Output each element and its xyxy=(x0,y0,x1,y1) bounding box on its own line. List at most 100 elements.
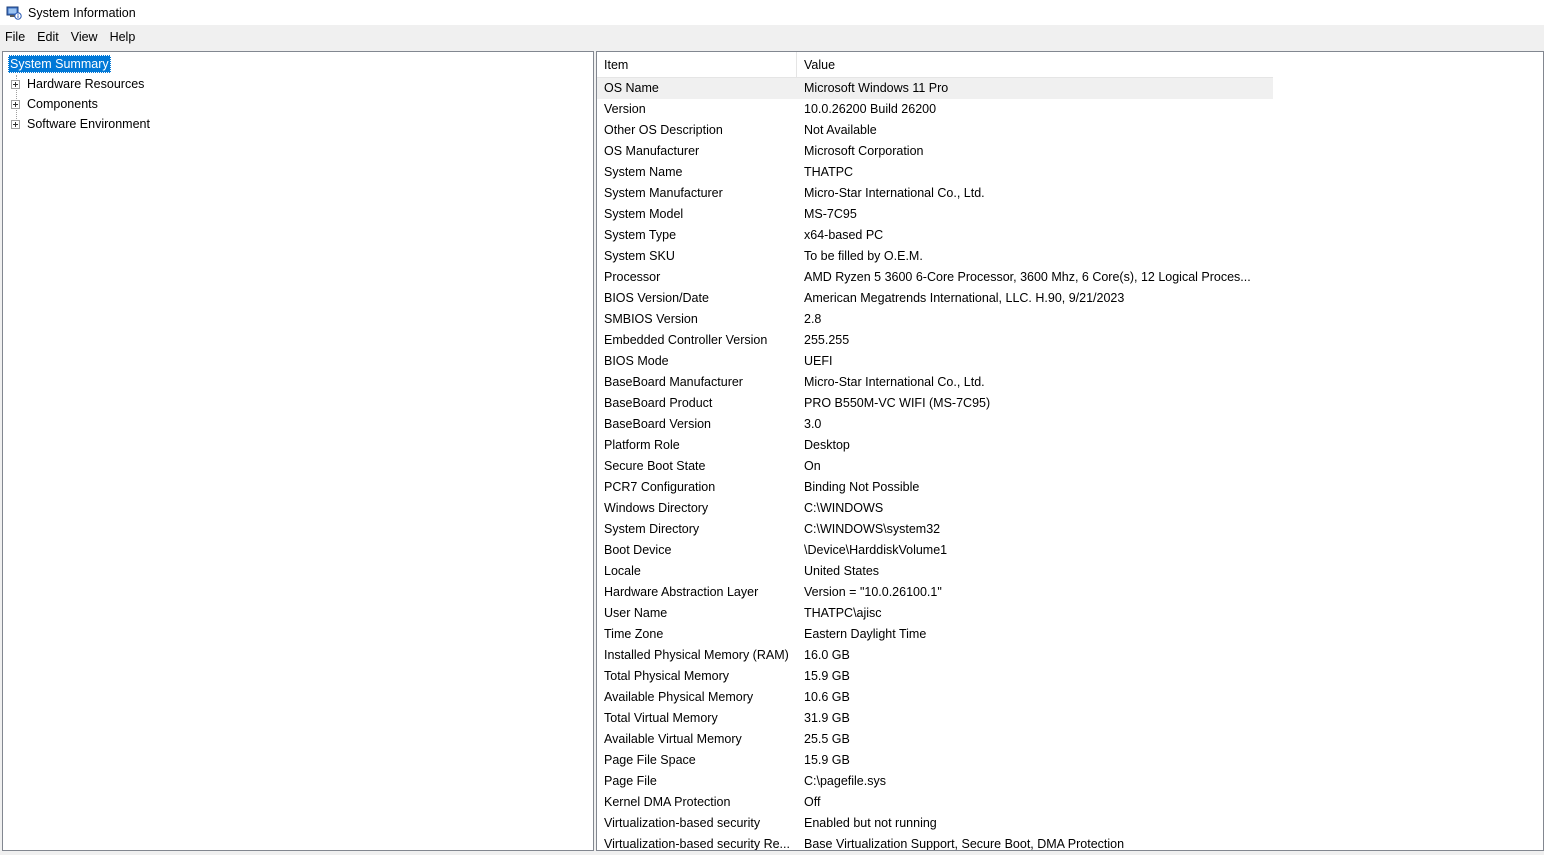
table-row[interactable]: Page File Space 15.9 GB xyxy=(597,750,1543,771)
row-value-cell: Version = "10.0.26100.1" xyxy=(804,585,942,599)
table-row[interactable]: Total Physical Memory 15.9 GB xyxy=(597,666,1543,687)
row-item-cell: OS Name xyxy=(597,78,797,99)
row-value-cell: 15.9 GB xyxy=(804,753,850,767)
table-row[interactable]: System Name THATPC xyxy=(597,162,1543,183)
table-row[interactable]: System SKU To be filled by O.E.M. xyxy=(597,246,1543,267)
row-item-cell: BaseBoard Manufacturer xyxy=(604,375,743,389)
table-row[interactable]: BaseBoard Product PRO B550M-VC WIFI (MS-7… xyxy=(597,393,1543,414)
row-item-cell: System Type xyxy=(604,228,677,242)
row-value-cell: 2.8 xyxy=(804,312,822,326)
table-row[interactable]: Total Virtual Memory 31.9 GB xyxy=(597,708,1543,729)
tree-item-software-environment[interactable]: Software Environment xyxy=(11,115,150,133)
table-row[interactable]: System Type x64-based PC xyxy=(597,225,1543,246)
table-row[interactable]: System Model MS-7C95 xyxy=(597,204,1543,225)
row-value-cell: C:\WINDOWS xyxy=(804,501,884,515)
menu-edit[interactable]: Edit xyxy=(31,26,65,48)
tree-item-hardware-resources[interactable]: Hardware Resources xyxy=(11,75,144,93)
row-value-cell: MS-7C95 xyxy=(804,207,857,221)
menu-file[interactable]: File xyxy=(0,26,31,48)
row-value-cell: 255.255 xyxy=(804,333,850,347)
row-item-cell: Embedded Controller Version xyxy=(604,333,768,347)
row-value-cell: C:\WINDOWS\system32 xyxy=(804,522,941,536)
table-row[interactable]: SMBIOS Version 2.8 xyxy=(597,309,1543,330)
expand-icon[interactable] xyxy=(11,119,20,129)
row-item-cell: Windows Directory xyxy=(604,501,709,515)
row-item-cell: System Name xyxy=(604,165,683,179)
menu-help[interactable]: Help xyxy=(104,26,142,48)
table-row[interactable]: Windows Directory C:\WINDOWS xyxy=(597,498,1543,519)
row-value-cell: 25.5 GB xyxy=(804,732,850,746)
column-header-item[interactable]: Item xyxy=(597,52,797,77)
row-item-cell: BaseBoard Product xyxy=(604,396,713,410)
row-item-cell: Available Virtual Memory xyxy=(604,732,742,746)
column-header-value[interactable]: Value xyxy=(797,52,1273,77)
row-item-cell: User Name xyxy=(604,606,668,620)
table-row[interactable]: System Directory C:\WINDOWS\system32 xyxy=(597,519,1543,540)
table-row[interactable]: BaseBoard Manufacturer Micro-Star Interna… xyxy=(597,372,1543,393)
row-item-cell: PCR7 Configuration xyxy=(604,480,716,494)
details-list[interactable]: Item Value OS Name Microsoft Windows 11 P… xyxy=(596,51,1544,851)
row-item-cell: Page File xyxy=(604,774,657,788)
table-row[interactable]: OS Manufacturer Microsoft Corporation xyxy=(597,141,1543,162)
row-value-cell: Micro-Star International Co., Ltd. xyxy=(804,375,985,389)
table-row[interactable]: Locale United States xyxy=(597,561,1543,582)
category-tree[interactable]: System Summary Hardware Resources Compon… xyxy=(2,51,594,851)
row-value-cell: THATPC\ajisc xyxy=(804,606,882,620)
table-row[interactable]: Embedded Controller Version 255.255 xyxy=(597,330,1543,351)
row-item-cell: BIOS Version/Date xyxy=(604,291,709,305)
tree-item-label: Hardware Resources xyxy=(27,77,145,91)
row-value-cell: Not Available xyxy=(804,123,877,137)
row-value-cell: x64-based PC xyxy=(804,228,884,242)
system-information-icon xyxy=(6,5,22,21)
row-value-cell: THATPC xyxy=(804,165,854,179)
table-row[interactable]: PCR7 Configuration Binding Not Possible xyxy=(597,477,1543,498)
row-item-cell: Installed Physical Memory (RAM) xyxy=(604,648,789,662)
list-rows: OS Name Microsoft Windows 11 Pro Version 10… xyxy=(597,78,1543,851)
table-row[interactable]: System Manufacturer Micro-Star Internatio… xyxy=(597,183,1543,204)
row-item-cell: Total Physical Memory xyxy=(604,669,730,683)
row-item-cell: Kernel DMA Protection xyxy=(604,795,731,809)
table-row[interactable]: User Name THATPC\ajisc xyxy=(597,603,1543,624)
table-row[interactable]: Virtualization-based security Re... Base … xyxy=(597,834,1543,851)
table-row[interactable]: Platform Role Desktop xyxy=(597,435,1543,456)
row-value-cell: \Device\HarddiskVolume1 xyxy=(804,543,948,557)
table-row[interactable]: Time Zone Eastern Daylight Time xyxy=(597,624,1543,645)
table-row[interactable]: Available Virtual Memory 25.5 GB xyxy=(597,729,1543,750)
table-row[interactable]: Other OS Description Not Available xyxy=(597,120,1543,141)
row-value-cell: PRO B550M-VC WIFI (MS-7C95) xyxy=(804,396,991,410)
row-value-cell: 15.9 GB xyxy=(804,669,850,683)
row-value-cell: Off xyxy=(804,795,821,809)
row-value-cell: Microsoft Windows 11 Pro xyxy=(797,78,1273,99)
table-row[interactable]: BIOS Version/Date American Megatrends Int… xyxy=(597,288,1543,309)
table-row[interactable]: Kernel DMA Protection Off xyxy=(597,792,1543,813)
table-row[interactable]: BIOS Mode UEFI xyxy=(597,351,1543,372)
row-value-cell: UEFI xyxy=(804,354,833,368)
table-row[interactable]: Hardware Abstraction Layer Version = "10.… xyxy=(597,582,1543,603)
row-item-cell: Version xyxy=(604,102,646,116)
table-row[interactable]: Installed Physical Memory (RAM) 16.0 GB xyxy=(597,645,1543,666)
tree-item-label: Software Environment xyxy=(27,117,150,131)
tree-item-system-summary[interactable]: System Summary xyxy=(8,55,111,73)
menu-view[interactable]: View xyxy=(65,26,104,48)
table-row[interactable]: Available Physical Memory 10.6 GB xyxy=(597,687,1543,708)
table-row[interactable]: Page File C:\pagefile.sys xyxy=(597,771,1543,792)
expand-icon[interactable] xyxy=(11,99,20,109)
row-value-cell: Desktop xyxy=(804,438,850,452)
row-item-cell: Processor xyxy=(604,270,661,284)
row-value-cell: 16.0 GB xyxy=(804,648,850,662)
table-row[interactable]: Boot Device \Device\HarddiskVolume1 xyxy=(597,540,1543,561)
table-row[interactable]: Secure Boot State On xyxy=(597,456,1543,477)
row-item-cell: BaseBoard Version xyxy=(604,417,712,431)
tree-item-components[interactable]: Components xyxy=(11,95,98,113)
table-row[interactable]: Virtualization-based security Enabled but… xyxy=(597,813,1543,834)
table-row[interactable]: Processor AMD Ryzen 5 3600 6-Core Process… xyxy=(597,267,1543,288)
row-value-cell: Binding Not Possible xyxy=(804,480,920,494)
row-value-cell: American Megatrends International, LLC. … xyxy=(804,291,1125,305)
row-value-cell: 10.0.26200 Build 26200 xyxy=(804,102,937,116)
table-row[interactable]: OS Name Microsoft Windows 11 Pro xyxy=(597,78,1543,99)
table-row[interactable]: Version 10.0.26200 Build 26200 xyxy=(597,99,1543,120)
table-row[interactable]: BaseBoard Version 3.0 xyxy=(597,414,1543,435)
expand-icon[interactable] xyxy=(11,79,20,89)
row-item-cell: Virtualization-based security Re... xyxy=(604,837,790,851)
row-item-cell: Hardware Abstraction Layer xyxy=(604,585,759,599)
